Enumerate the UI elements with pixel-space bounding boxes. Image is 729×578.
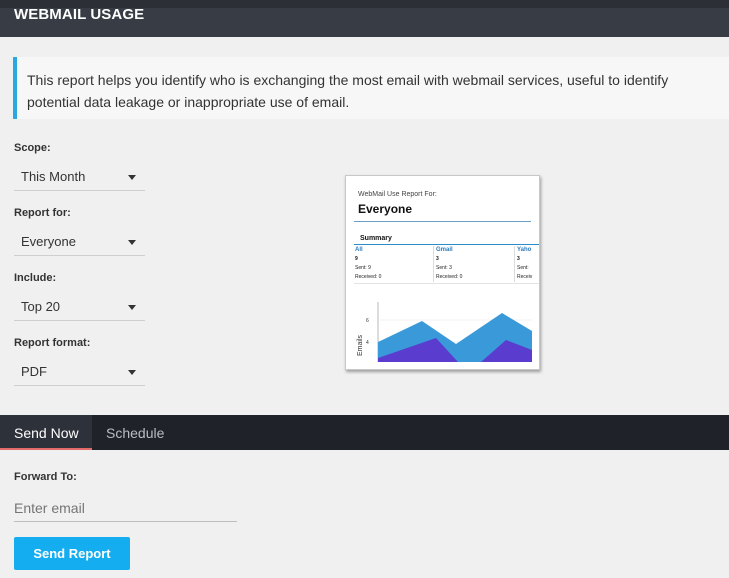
preview-column-divider <box>514 246 515 282</box>
preview-summary-column: Gmail 3 Sent: 3 Received: 0 <box>436 246 516 282</box>
preview-column-name: Yaho <box>517 247 532 253</box>
scope-label: Scope: <box>14 142 51 154</box>
send-report-button[interactable]: Send Report <box>14 537 130 570</box>
preview-column-sent: Sent: <box>517 265 529 271</box>
tab-schedule[interactable]: Schedule <box>106 415 164 450</box>
chevron-down-icon <box>128 305 136 310</box>
preview-column-count: 3 <box>436 256 439 262</box>
chevron-down-icon <box>128 175 136 180</box>
preview-column-sent: Sent: 3 <box>436 265 452 271</box>
report-description-text: This report helps you identify who is ex… <box>27 72 669 110</box>
chevron-down-icon <box>128 240 136 245</box>
report-format-value: PDF <box>21 364 47 379</box>
tab-send-now[interactable]: Send Now <box>0 415 92 450</box>
include-value: Top 20 <box>21 299 61 314</box>
report-format-select[interactable]: PDF <box>14 358 145 386</box>
include-select[interactable]: Top 20 <box>14 293 145 321</box>
report-for-value: Everyone <box>21 234 76 249</box>
preview-column-received: Received: 0 <box>355 274 382 280</box>
scope-value: This Month <box>21 169 86 184</box>
preview-column-received: Receiv <box>517 274 533 280</box>
preview-summary-label: Summary <box>360 235 392 242</box>
preview-summary-column: Yaho 3 Sent: Receiv <box>517 246 539 282</box>
report-description: This report helps you identify who is ex… <box>13 57 729 119</box>
forward-email-input[interactable] <box>14 494 237 522</box>
preview-report-for-label: WebMail Use Report For: <box>358 191 437 198</box>
preview-column-name: All <box>355 247 363 253</box>
preview-column-received: Received: 0 <box>436 274 463 280</box>
preview-column-sent: Sent: 9 <box>355 265 371 271</box>
preview-column-count: 9 <box>355 256 358 262</box>
preview-chart-ylabel: Emails <box>357 334 364 356</box>
preview-summary-column: All 9 Sent: 9 Received: 0 <box>355 246 435 282</box>
send-tabs: Send Now Schedule <box>0 415 729 450</box>
preview-divider <box>354 221 531 222</box>
report-for-label: Report for: <box>14 207 71 219</box>
preview-chart-tick: 4 <box>366 340 369 346</box>
report-format-label: Report format: <box>14 337 91 349</box>
scope-select[interactable]: This Month <box>14 163 145 191</box>
include-label: Include: <box>14 272 57 284</box>
preview-report-name: Everyone <box>358 202 413 216</box>
preview-column-name: Gmail <box>436 247 453 253</box>
preview-divider <box>354 283 539 284</box>
forward-to-label: Forward To: <box>14 471 77 483</box>
chevron-down-icon <box>128 370 136 375</box>
report-preview-thumbnail: WebMail Use Report For: Everyone Summary… <box>345 175 540 370</box>
page-header: WEBMAIL USAGE <box>0 0 729 37</box>
report-for-select[interactable]: Everyone <box>14 228 145 256</box>
preview-chart-tick: 6 <box>366 318 369 324</box>
preview-area-chart: 6 4 Emails <box>357 302 532 362</box>
preview-column-count: 3 <box>517 256 520 262</box>
preview-column-divider <box>433 246 434 282</box>
preview-divider <box>354 244 539 245</box>
page-title: WEBMAIL USAGE <box>14 6 145 23</box>
